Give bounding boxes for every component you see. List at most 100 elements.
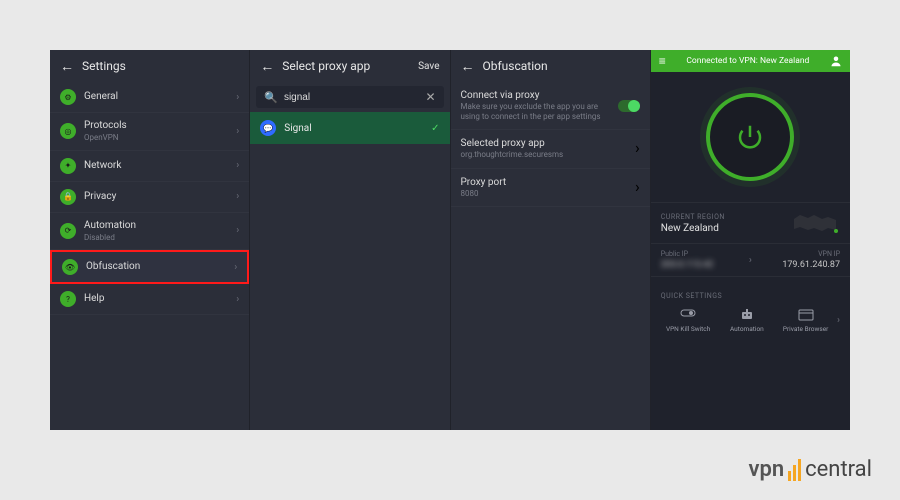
- settings-item-network[interactable]: ✦ Network ›: [50, 151, 249, 182]
- power-button[interactable]: [706, 93, 794, 181]
- arrow-right-icon: ›: [749, 255, 752, 266]
- settings-item-privacy[interactable]: 🔒 Privacy ›: [50, 182, 249, 213]
- select-proxy-header: ← Select proxy app Save: [250, 50, 449, 82]
- settings-item-label: Help: [84, 293, 228, 305]
- back-icon[interactable]: ←: [60, 58, 74, 75]
- vpncentral-watermark: vpn central: [748, 457, 872, 482]
- settings-title: Settings: [82, 59, 239, 73]
- vpn-status-text: Connected to VPN: New Zealand: [672, 56, 824, 66]
- world-map-icon: [792, 211, 840, 235]
- settings-item-label: Privacy: [84, 191, 228, 203]
- watermark-text-b: central: [805, 457, 872, 482]
- app-result-label: Signal: [284, 123, 423, 134]
- settings-item-automation[interactable]: ⟳ Automation Disabled ›: [50, 213, 249, 251]
- settings-panel: ← Settings ⚙ General › ◎ Protocols OpenV…: [50, 50, 250, 430]
- settings-item-general[interactable]: ⚙ General ›: [50, 82, 249, 113]
- settings-item-sub: Disabled: [84, 233, 228, 243]
- settings-item-label: Automation: [84, 220, 228, 232]
- search-bar[interactable]: 🔍 ✕: [256, 86, 443, 108]
- proxy-port-row[interactable]: Proxy port 8080 ›: [451, 169, 650, 208]
- vpn-ip-value: 179.61.240.87: [782, 260, 840, 270]
- row-label: Selected proxy app: [461, 138, 627, 149]
- signal-app-icon: 💬: [260, 120, 276, 136]
- vpn-status-bar: ≡ Connected to VPN: New Zealand: [651, 50, 850, 72]
- ip-row: Public IP 203.0.113.42 › VPN IP 179.61.2…: [651, 243, 850, 276]
- app-screenshot: ← Settings ⚙ General › ◎ Protocols OpenV…: [50, 50, 850, 430]
- help-icon: ?: [60, 291, 76, 307]
- quick-kill-switch[interactable]: VPN Kill Switch: [661, 308, 716, 333]
- quick-item-label: Private Browser: [783, 325, 829, 333]
- obfuscation-title: Obfuscation: [483, 59, 640, 73]
- settings-item-obfuscation[interactable]: 👁 Obfuscation ›: [50, 250, 249, 284]
- chevron-right-icon: ›: [635, 177, 640, 199]
- lock-icon: 🔒: [60, 189, 76, 205]
- settings-header: ← Settings: [50, 50, 249, 82]
- chevron-right-icon: ›: [236, 92, 239, 103]
- row-sub: Make sure you exclude the app you are us…: [461, 102, 610, 121]
- chevron-right-icon: ›: [236, 294, 239, 305]
- proxy-toggle[interactable]: [618, 100, 640, 112]
- chevron-right-icon: ›: [234, 262, 237, 273]
- network-icon: ✦: [60, 158, 76, 174]
- app-result-signal[interactable]: 💬 Signal ✓: [250, 112, 449, 144]
- kill-switch-icon: [680, 308, 696, 322]
- location-dot-icon: [834, 229, 838, 233]
- chevron-right-icon: ›: [236, 191, 239, 202]
- public-ip-value: 203.0.113.42: [661, 260, 745, 270]
- obfuscation-header: ← Obfuscation: [451, 50, 650, 82]
- robot-icon: [739, 308, 755, 322]
- quick-settings: QUICK SETTINGS VPN Kill Switch Automatio…: [651, 276, 850, 333]
- search-input[interactable]: [284, 92, 419, 103]
- settings-list: ⚙ General › ◎ Protocols OpenVPN › ✦ Netw…: [50, 82, 249, 430]
- vpn-main-panel: ≡ Connected to VPN: New Zealand CURRENT …: [651, 50, 850, 430]
- eye-icon: 👁: [62, 259, 78, 275]
- quick-automation[interactable]: Automation: [720, 308, 775, 333]
- quick-settings-label: QUICK SETTINGS: [661, 292, 722, 300]
- menu-icon[interactable]: ≡: [659, 54, 666, 68]
- quick-private-browser[interactable]: Private Browser: [778, 308, 833, 333]
- row-sub: 8080: [461, 189, 627, 199]
- connect-via-proxy-row[interactable]: Connect via proxy Make sure you exclude …: [451, 82, 650, 130]
- quick-item-label: Automation: [730, 325, 764, 333]
- row-label: Connect via proxy: [461, 90, 610, 101]
- clear-icon[interactable]: ✕: [425, 90, 435, 104]
- profile-icon[interactable]: [830, 55, 842, 67]
- settings-item-label: General: [84, 91, 228, 103]
- selected-proxy-app-row[interactable]: Selected proxy app org.thoughtcrime.secu…: [451, 130, 650, 169]
- settings-item-label: Obfuscation: [86, 261, 226, 273]
- select-proxy-title: Select proxy app: [282, 59, 410, 73]
- row-sub: org.thoughtcrime.securesms: [461, 150, 627, 160]
- select-proxy-panel: ← Select proxy app Save 🔍 ✕ 💬 Signal ✓: [250, 50, 450, 430]
- settings-item-help[interactable]: ? Help ›: [50, 284, 249, 315]
- region-value: New Zealand: [661, 223, 786, 234]
- bars-icon: [788, 459, 801, 481]
- chevron-right-icon: ›: [236, 160, 239, 171]
- gear-icon: ⚙: [60, 89, 76, 105]
- chevron-right-icon: ›: [236, 126, 239, 137]
- browser-icon: [798, 308, 814, 322]
- protocol-icon: ◎: [60, 123, 76, 139]
- power-icon: [735, 122, 765, 152]
- settings-item-label: Network: [84, 160, 228, 172]
- power-button-area: [651, 72, 850, 202]
- chevron-right-icon: ›: [236, 225, 239, 236]
- quick-item-label: VPN Kill Switch: [666, 325, 710, 333]
- back-icon[interactable]: ←: [461, 58, 475, 75]
- back-icon[interactable]: ←: [260, 58, 274, 75]
- chevron-right-icon[interactable]: ›: [837, 315, 840, 326]
- settings-item-protocols[interactable]: ◎ Protocols OpenVPN ›: [50, 113, 249, 151]
- save-button[interactable]: Save: [418, 61, 439, 72]
- row-label: Proxy port: [461, 177, 627, 188]
- settings-item-label: Protocols: [84, 120, 228, 132]
- settings-item-sub: OpenVPN: [84, 133, 228, 143]
- chevron-right-icon: ›: [635, 138, 640, 160]
- vpn-ip-label: VPN IP: [818, 250, 840, 258]
- region-label: CURRENT REGION: [661, 213, 786, 221]
- check-icon: ✓: [431, 123, 439, 134]
- obfuscation-panel: ← Obfuscation Connect via proxy Make sur…: [451, 50, 651, 430]
- public-ip-label: Public IP: [661, 250, 745, 258]
- automation-icon: ⟳: [60, 223, 76, 239]
- watermark-text-a: vpn: [748, 457, 784, 482]
- current-region-row[interactable]: CURRENT REGION New Zealand: [651, 202, 850, 243]
- search-icon: 🔍: [264, 91, 278, 104]
